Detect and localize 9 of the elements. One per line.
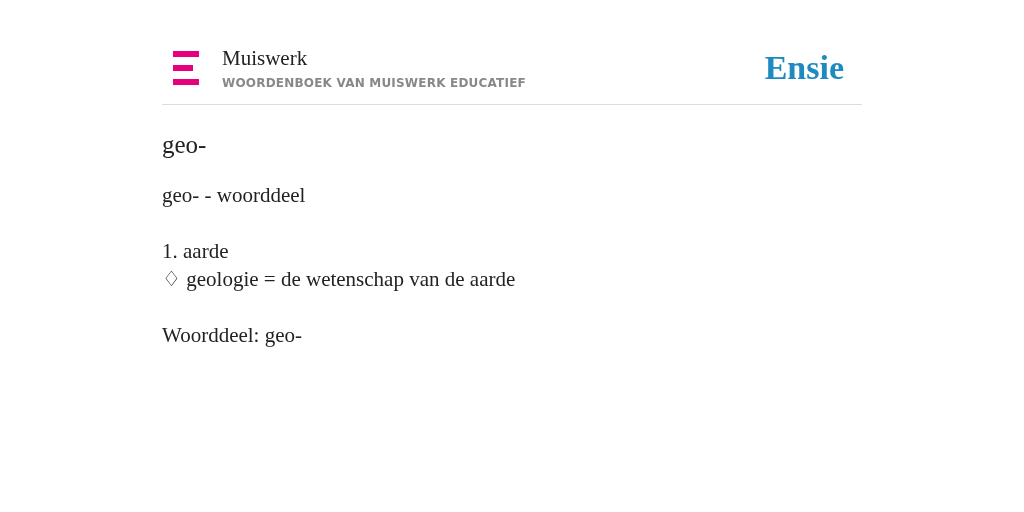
entry-line: geo- - woorddeel [162,182,307,209]
logo-icon [173,51,199,85]
entry-title: geo- [162,131,208,159]
entry-line: ♢ geologie = de wetenschap van de aarde [162,266,517,293]
dictionary-subtitle: WOORDENBOEK VAN MUISWERK EDUCATIEF [222,76,527,90]
publisher-name: Muiswerk [222,46,309,70]
brand-logo[interactable]: Ensie [764,49,844,87]
entry-line: 1. aarde [162,238,230,265]
entry-line: Woorddeel: geo- [162,322,303,349]
